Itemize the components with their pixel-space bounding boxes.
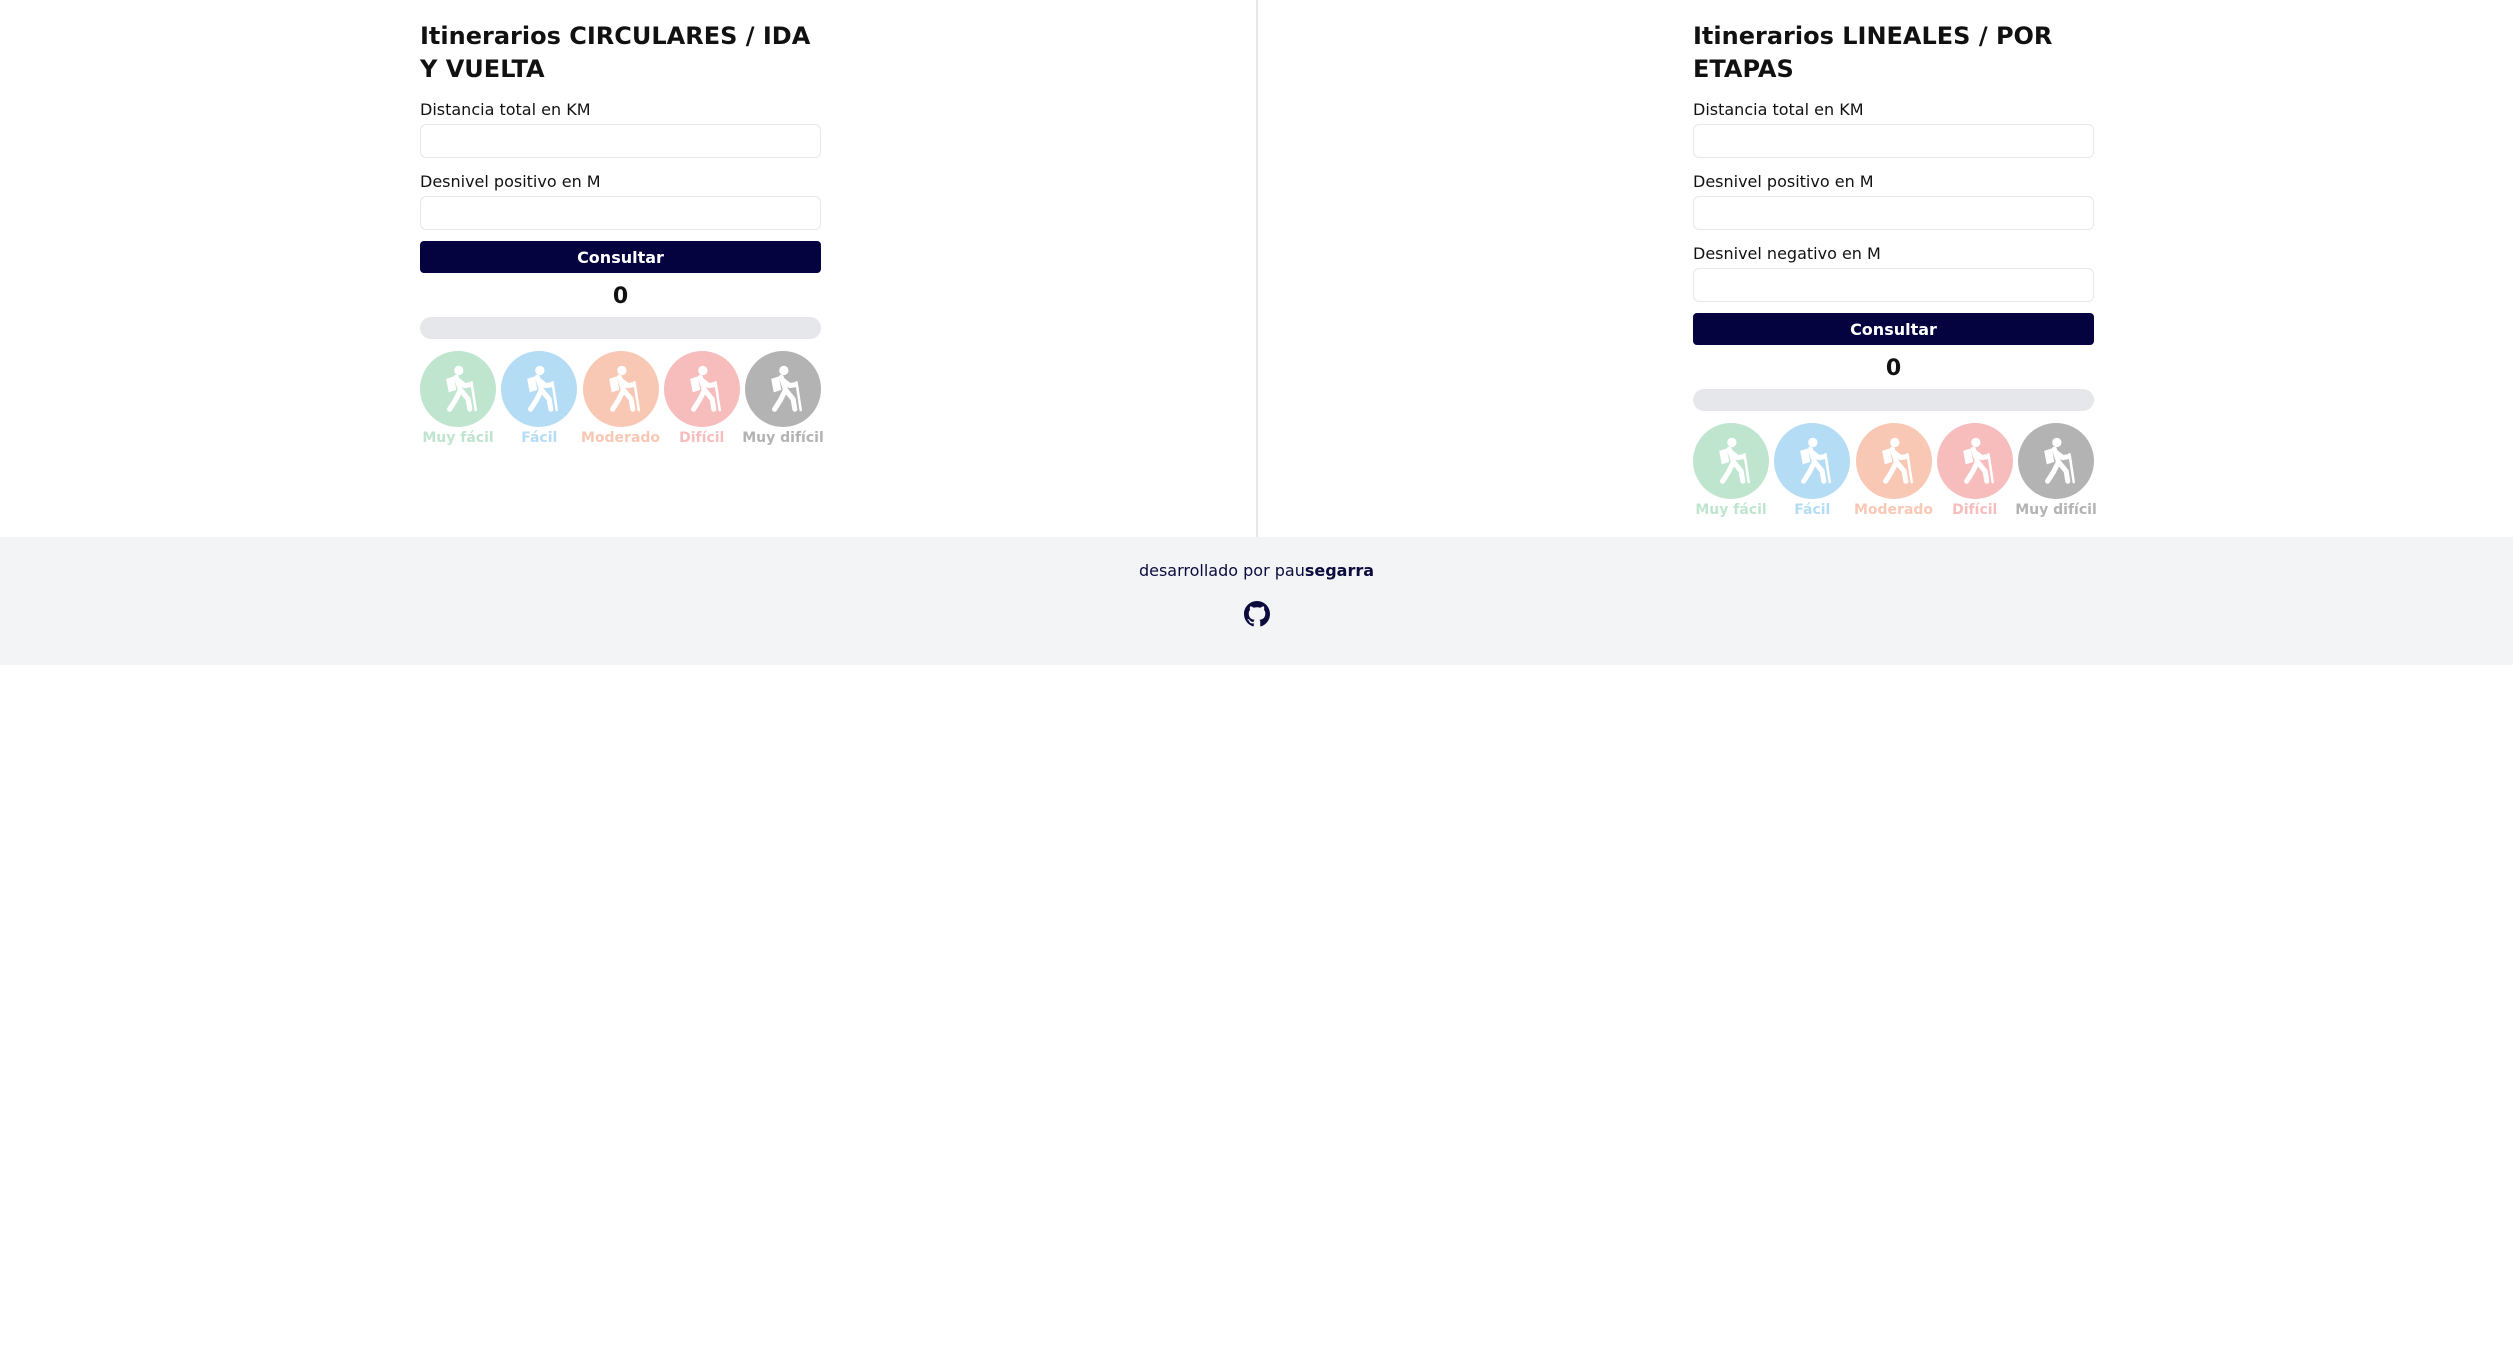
- consultar-button[interactable]: Consultar: [420, 241, 821, 273]
- level-label: Moderado: [1853, 502, 1934, 518]
- level-circle: [2018, 423, 2094, 499]
- difficulty-progress-bar: [420, 317, 821, 339]
- hiker-icon: [675, 362, 729, 416]
- distance-input[interactable]: [420, 124, 821, 158]
- level-dificil: Difícil: [663, 351, 740, 447]
- consultar-button[interactable]: Consultar: [1693, 313, 2094, 345]
- level-circle: [1774, 423, 1851, 499]
- github-icon: [1244, 601, 1270, 627]
- level-muy-dificil: Muy difícil: [742, 351, 824, 447]
- level-circle: [420, 351, 496, 427]
- hiker-icon: [2029, 434, 2083, 488]
- level-circle: [663, 351, 740, 427]
- level-moderado: Moderado: [580, 351, 661, 447]
- level-label: Muy difícil: [742, 430, 824, 446]
- difficulty-levels: Muy fácil Fácil Moderado Difícil Muy dif…: [1693, 423, 2097, 519]
- level-circle: [745, 351, 821, 427]
- level-label: Moderado: [580, 430, 661, 446]
- level-dificil: Difícil: [1936, 423, 2013, 519]
- credit-prefix: desarrollado por pau: [1138, 561, 1305, 580]
- difficulty-score: 0: [1885, 356, 1902, 381]
- column-divider: [1256, 0, 1258, 537]
- hiker-icon: [512, 362, 566, 416]
- level-muy-facil: Muy fácil: [420, 351, 496, 447]
- hiker-icon: [594, 362, 648, 416]
- level-circle: [1693, 423, 1769, 499]
- hiker-icon: [756, 362, 810, 416]
- hiker-icon: [1704, 434, 1758, 488]
- main-content: Itinerarios CIRCULARES / IDA Y VUELTA Di…: [0, 0, 2513, 537]
- positive-elevation-input[interactable]: [1693, 196, 2094, 230]
- level-circle: [1936, 423, 2013, 499]
- hiker-icon: [1867, 434, 1921, 488]
- level-circle: [501, 351, 578, 427]
- level-moderado: Moderado: [1853, 423, 1934, 519]
- positive-elevation-label: Desnivel positivo en M: [1693, 172, 1874, 191]
- distance-label: Distancia total en KM: [420, 100, 591, 119]
- level-label: Difícil: [679, 430, 725, 446]
- level-muy-facil: Muy fácil: [1693, 423, 1769, 519]
- hiker-icon: [1948, 434, 2002, 488]
- positive-elevation-label: Desnivel positivo en M: [420, 172, 601, 191]
- difficulty-progress-bar: [1693, 389, 2094, 411]
- distance-input[interactable]: [1693, 124, 2094, 158]
- level-facil: Fácil: [1774, 423, 1851, 519]
- hiker-icon: [431, 362, 485, 416]
- github-link[interactable]: [1244, 601, 1270, 627]
- level-facil: Fácil: [501, 351, 578, 447]
- level-muy-dificil: Muy difícil: [2015, 423, 2097, 519]
- page-footer: desarrollado por pausegarra: [0, 537, 2513, 665]
- level-circle: [1855, 423, 1932, 499]
- linear-itinerary-panel: Itinerarios LINEALES / POR ETAPAS Distan…: [1693, 20, 2097, 519]
- negative-elevation-input[interactable]: [1693, 268, 2094, 302]
- level-label: Muy fácil: [1695, 502, 1767, 518]
- negative-elevation-label: Desnivel negativo en M: [1693, 244, 1881, 263]
- panel-title: Itinerarios LINEALES / POR ETAPAS: [1693, 22, 2053, 83]
- level-label: Difícil: [1952, 502, 1998, 518]
- level-label: Fácil: [521, 430, 558, 446]
- hiker-icon: [1785, 434, 1839, 488]
- circular-itinerary-panel: Itinerarios CIRCULARES / IDA Y VUELTA Di…: [420, 20, 824, 447]
- distance-label: Distancia total en KM: [1693, 100, 1864, 119]
- developer-credit: desarrollado por pausegarra: [0, 559, 2513, 583]
- difficulty-score: 0: [612, 284, 629, 309]
- level-label: Muy difícil: [2015, 502, 2097, 518]
- author-link[interactable]: segarra: [1305, 561, 1374, 580]
- level-label: Fácil: [1794, 502, 1831, 518]
- positive-elevation-input[interactable]: [420, 196, 821, 230]
- level-label: Muy fácil: [422, 430, 494, 446]
- level-circle: [582, 351, 659, 427]
- difficulty-levels: Muy fácil Fácil Moderado Difícil Muy dif…: [420, 351, 824, 447]
- panel-title: Itinerarios CIRCULARES / IDA Y VUELTA: [420, 22, 811, 83]
